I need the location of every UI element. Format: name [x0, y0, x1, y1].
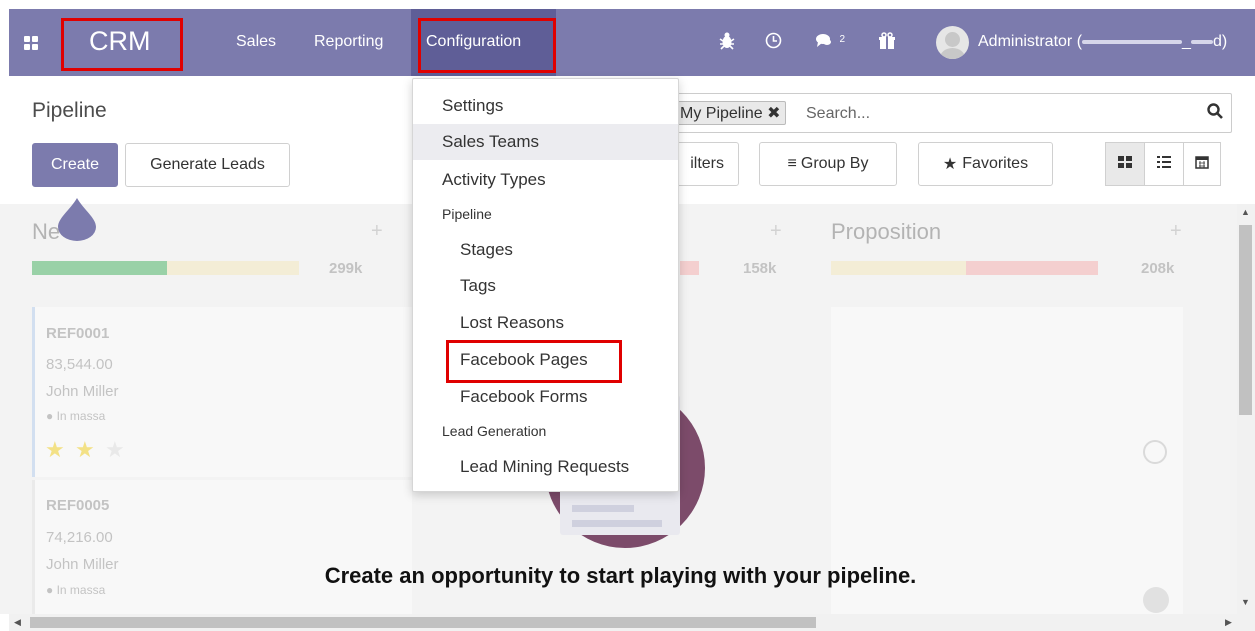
- scroll-down-arrow-icon[interactable]: ▼: [1241, 597, 1250, 607]
- menu-item-facebook-forms[interactable]: Facebook Forms: [413, 379, 678, 415]
- menu-item-lead-mining-requests[interactable]: Lead Mining Requests: [413, 449, 678, 485]
- priority-star-icon[interactable]: ★: [45, 437, 65, 463]
- column-total-new: 299k: [329, 260, 363, 277]
- configuration-dropdown: Settings Sales Teams Activity Types Pipe…: [412, 78, 679, 492]
- column-progress-qualified: [680, 261, 699, 275]
- search-input[interactable]: Search...: [806, 105, 870, 123]
- progress-fill: [831, 261, 966, 275]
- empty-message-text: Create an opportunity to start playing w…: [324, 563, 917, 588]
- column-title-proposition: Proposition: [831, 219, 942, 244]
- create-button[interactable]: Create: [32, 143, 118, 187]
- user-menu[interactable]: Administrator ( _ d): [978, 33, 1227, 51]
- crm-window: CRM Sales Reporting Configuration 2 Admi…: [0, 0, 1255, 631]
- group-by-button[interactable]: ≡ Group By: [759, 142, 897, 186]
- calendar-icon: [1195, 155, 1209, 174]
- scroll-left-arrow-icon[interactable]: ◀: [14, 617, 21, 628]
- kanban-icon: [1118, 155, 1132, 173]
- star-icon: ★: [942, 156, 958, 173]
- menu-reporting[interactable]: Reporting: [314, 33, 383, 51]
- horizontal-scrollbar-thumb[interactable]: [30, 617, 816, 628]
- kanban-view-button[interactable]: [1105, 142, 1145, 186]
- tooltip-drop-icon: [56, 196, 98, 242]
- gift-icon[interactable]: [878, 32, 896, 55]
- card-contact: John Miller: [46, 383, 119, 400]
- vertical-scrollbar-thumb[interactable]: [1239, 225, 1252, 415]
- apps-icon[interactable]: [24, 36, 38, 50]
- scroll-up-arrow-icon[interactable]: ▲: [1241, 207, 1250, 217]
- top-navbar: CRM Sales Reporting Configuration 2 Admi…: [9, 9, 1255, 76]
- search-facet-my-pipeline[interactable]: My Pipeline ✖: [675, 101, 786, 125]
- page-title: Pipeline: [32, 99, 107, 122]
- chat-icon[interactable]: 2: [815, 32, 845, 53]
- column-add-icon[interactable]: +: [371, 220, 383, 243]
- card-ref: REF0005: [46, 497, 110, 514]
- menu-item-sales-teams[interactable]: Sales Teams: [413, 124, 678, 160]
- column-add-icon[interactable]: +: [770, 220, 782, 243]
- clock-icon[interactable]: [765, 32, 782, 54]
- search-icon[interactable]: [1206, 102, 1226, 122]
- group-by-label: Group By: [800, 155, 869, 172]
- scroll-right-arrow-icon[interactable]: ▶: [1225, 617, 1232, 628]
- menu-header-pipeline: Pipeline: [442, 206, 492, 222]
- generate-leads-button[interactable]: Generate Leads: [125, 143, 290, 187]
- card-amount: 74,216.00: [46, 529, 113, 546]
- group-by-icon: ≡: [787, 155, 797, 172]
- menu-sales[interactable]: Sales: [236, 33, 276, 51]
- empty-pipeline-message: Create an opportunity to start playing w…: [0, 563, 1255, 589]
- card-amount: 83,544.00: [46, 356, 113, 373]
- menu-configuration[interactable]: Configuration: [426, 33, 521, 51]
- column-add-icon[interactable]: +: [1170, 220, 1182, 243]
- user-avatar[interactable]: [936, 26, 969, 59]
- menu-item-tags[interactable]: Tags: [413, 268, 678, 304]
- avatar: [1143, 587, 1169, 613]
- facet-label: My Pipeline: [680, 105, 763, 122]
- card-tag-label: In massa: [56, 409, 106, 423]
- progress-fill: [32, 261, 167, 275]
- user-name-end: d): [1212, 33, 1228, 50]
- list-icon: [1157, 155, 1171, 173]
- favorites-label: Favorites: [962, 155, 1029, 172]
- user-name-label: Administrator (: [978, 33, 1083, 50]
- bug-icon[interactable]: [719, 32, 735, 55]
- facet-remove-icon[interactable]: ✖: [767, 105, 780, 122]
- menu-item-activity-types[interactable]: Activity Types: [413, 162, 678, 198]
- menu-header-lead-generation: Lead Generation: [442, 423, 547, 439]
- card-tag: ● In massa: [46, 409, 106, 423]
- column-total-qualified: 158k: [743, 260, 777, 277]
- redacted-user-login: [1082, 39, 1183, 44]
- card-ref: REF0001: [46, 325, 110, 342]
- redacted-user-login-2: [1190, 39, 1213, 44]
- column-progress-proposition: [831, 261, 1098, 275]
- priority-star-icon[interactable]: ★: [105, 437, 125, 463]
- list-view-button[interactable]: [1144, 142, 1184, 186]
- menu-item-lost-reasons[interactable]: Lost Reasons: [413, 305, 678, 341]
- app-brand[interactable]: CRM: [89, 26, 151, 57]
- priority-star-icon[interactable]: ★: [75, 437, 95, 463]
- calendar-view-button[interactable]: [1183, 142, 1221, 186]
- menu-item-settings[interactable]: Settings: [413, 88, 678, 124]
- user-name-underscore: _: [1182, 33, 1191, 50]
- column-total-proposition: 208k: [1141, 260, 1175, 277]
- menu-item-facebook-pages[interactable]: Facebook Pages: [413, 342, 678, 378]
- activity-icon[interactable]: [1143, 440, 1167, 464]
- menu-item-stages[interactable]: Stages: [413, 232, 678, 268]
- favorites-button[interactable]: ★ Favorites: [918, 142, 1053, 186]
- messages-count-badge: 2: [839, 33, 846, 45]
- column-progress-new: [32, 261, 299, 275]
